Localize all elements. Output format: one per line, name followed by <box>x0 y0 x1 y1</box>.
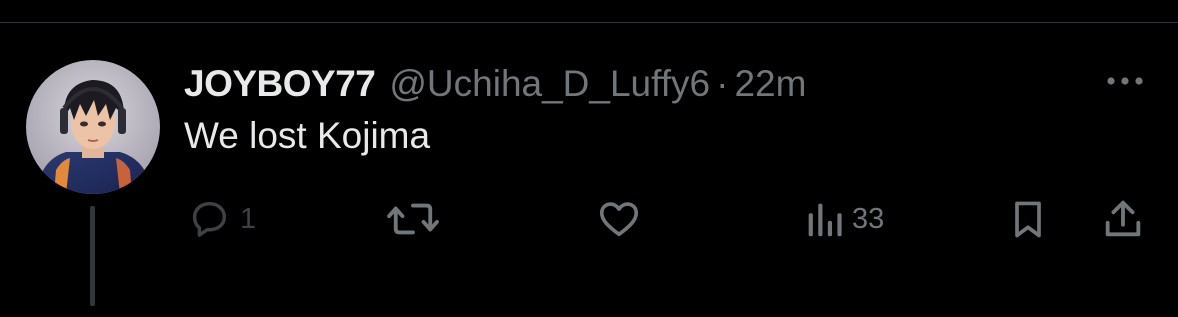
more-horizontal-icon <box>1107 77 1143 85</box>
bookmark-button[interactable] <box>1006 194 1050 244</box>
reply-icon <box>192 201 227 237</box>
views-count: 33 <box>852 202 885 235</box>
like-button[interactable] <box>596 194 642 244</box>
heart-icon <box>599 202 639 237</box>
views-bar-chart-icon <box>808 203 842 237</box>
user-handle[interactable]: @Uchiha_D_Luffy6 <box>389 63 710 105</box>
timestamp[interactable]: 22m <box>734 63 806 105</box>
reply-count: 1 <box>240 202 257 235</box>
retweet-icon <box>387 203 439 235</box>
bookmark-icon <box>1015 201 1041 238</box>
tweet-text: We lost Kojima <box>184 115 431 156</box>
share-button[interactable] <box>1100 194 1146 244</box>
divider <box>0 22 1178 23</box>
thread-line <box>90 206 95 306</box>
separator-dot: · <box>716 63 729 104</box>
tweet-header: JOYBOY77 @Uchiha_D_Luffy6 · 22m <box>184 56 806 112</box>
share-icon <box>1105 200 1141 237</box>
display-name[interactable]: JOYBOY77 <box>184 63 376 105</box>
tweet-container: JOYBOY77 @Uchiha_D_Luffy6 · 22m We lost … <box>0 0 1178 317</box>
retweet-button[interactable] <box>386 194 440 244</box>
reply-button[interactable]: 1 <box>186 194 256 244</box>
more-options-button[interactable] <box>1100 70 1150 92</box>
avatar[interactable] <box>26 60 160 194</box>
views-button[interactable]: 33 <box>804 194 884 244</box>
